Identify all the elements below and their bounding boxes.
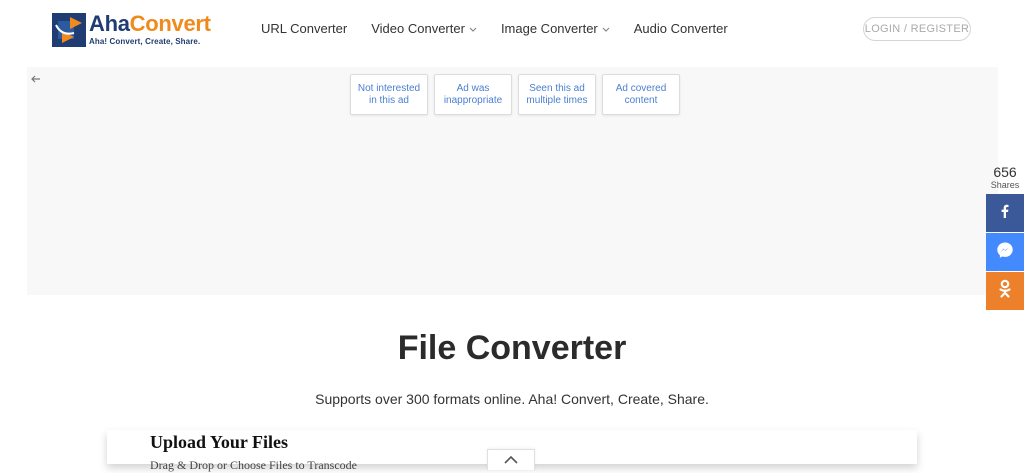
page-subtitle: Supports over 300 formats online. Aha! C… xyxy=(315,391,709,407)
nav-video-converter[interactable]: Video Converter xyxy=(371,21,477,36)
share-facebook-button[interactable] xyxy=(986,194,1024,232)
ad-container: Not interested in this ad Ad was inappro… xyxy=(27,67,998,295)
back-arrow-icon[interactable] xyxy=(30,72,42,84)
main-nav: URL Converter Video Converter Image Conv… xyxy=(261,21,752,36)
ad-feedback-options: Not interested in this ad Ad was inappro… xyxy=(350,74,686,115)
share-count: 656 xyxy=(993,164,1017,180)
logo-tagline: Aha! Convert, Create, Share. xyxy=(89,37,201,46)
nav-image-converter[interactable]: Image Converter xyxy=(501,21,610,36)
ad-option-covered-content[interactable]: Ad covered content xyxy=(602,74,680,115)
logo-wordmark: AhaConvert xyxy=(89,11,211,36)
nav-url-converter[interactable]: URL Converter xyxy=(261,21,347,36)
chevron-down-icon xyxy=(602,21,610,36)
upload-subtitle: Drag & Drop or Choose Files to Transcode xyxy=(150,458,357,472)
site-logo[interactable]: AhaConvert Aha! Convert, Create, Share. xyxy=(52,13,211,47)
page-title: File Converter xyxy=(397,329,627,367)
scroll-to-top-button[interactable] xyxy=(487,449,535,470)
upload-title: Upload Your Files xyxy=(150,432,289,452)
ad-option-seen-multiple[interactable]: Seen this ad multiple times xyxy=(518,74,596,115)
messenger-icon xyxy=(996,241,1014,264)
chevron-up-icon xyxy=(504,451,518,469)
chevron-down-icon xyxy=(469,21,477,36)
share-messenger-button[interactable] xyxy=(986,233,1024,271)
nav-audio-converter[interactable]: Audio Converter xyxy=(634,21,728,36)
share-odnoklassniki-button[interactable] xyxy=(986,272,1024,310)
share-label: Shares xyxy=(990,180,1020,190)
login-register-button[interactable]: LOGIN / REGISTER xyxy=(863,17,971,41)
ad-option-not-interested[interactable]: Not interested in this ad xyxy=(350,74,428,115)
share-counter: 656 Shares xyxy=(986,164,1024,191)
ad-option-inappropriate[interactable]: Ad was inappropriate xyxy=(434,74,512,115)
site-header: AhaConvert Aha! Convert, Create, Share. … xyxy=(0,0,1024,60)
odnoklassniki-icon xyxy=(997,279,1013,304)
logo-icon xyxy=(52,13,86,47)
facebook-icon xyxy=(998,204,1012,223)
